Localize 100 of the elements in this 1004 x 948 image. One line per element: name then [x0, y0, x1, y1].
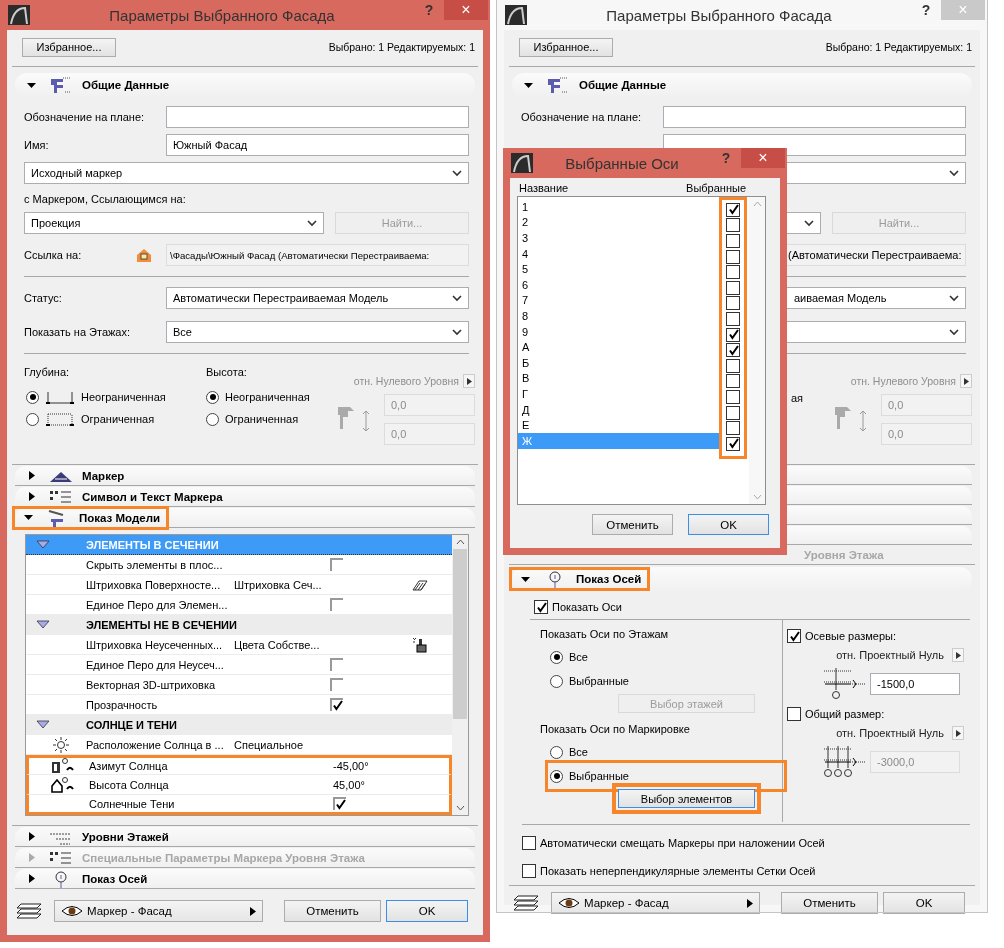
radio-button[interactable] — [26, 390, 39, 404]
radio-button[interactable] — [26, 412, 39, 426]
checkbox[interactable] — [726, 374, 740, 389]
limited-depth-icon — [45, 411, 75, 427]
checkbox[interactable] — [726, 358, 740, 373]
list-row[interactable]: 1 — [518, 199, 719, 215]
section-header[interactable]: Маркер — [15, 466, 475, 486]
scroll-down-icon[interactable] — [455, 805, 465, 811]
cancel-button[interactable]: Отменить — [284, 900, 381, 922]
collapse-arrow-icon[interactable] — [27, 80, 36, 90]
list-row[interactable]: Е — [518, 417, 719, 433]
tree-row[interactable]: Штриховка Поверхносте... Штриховка Сеч... — [26, 575, 452, 595]
section-header[interactable]: Уровни Этажей — [15, 827, 475, 847]
triangle-right-icon — [955, 729, 961, 737]
help-button[interactable]: ? — [414, 0, 444, 18]
radio-button[interactable] — [550, 674, 563, 688]
app-icon — [8, 5, 30, 25]
checkbox[interactable] — [726, 311, 740, 326]
tree-row[interactable]: Скрыть элементы в плос... — [26, 555, 452, 575]
section-title: Символ и Текст Маркера — [82, 490, 223, 503]
radio-button[interactable] — [550, 769, 563, 783]
radio-button[interactable] — [550, 745, 563, 759]
list-row[interactable]: Г — [518, 386, 719, 402]
checkbox[interactable] — [726, 280, 740, 295]
marker-dropdown[interactable]: Исходный маркер — [24, 162, 469, 184]
name-field[interactable]: Южный Фасад — [166, 134, 469, 156]
ok-button[interactable]: OK — [688, 514, 769, 535]
list-row[interactable]: 3 — [518, 230, 719, 246]
radio-button[interactable] — [206, 390, 219, 404]
section-header[interactable]: Показ Осей — [15, 869, 475, 889]
setting-label: Скрыть элементы в плос... — [86, 558, 224, 571]
tree-group-row[interactable]: ЭЛЕМЕНТЫ НЕ В СЕЧЕНИИ — [26, 615, 452, 635]
checkbox[interactable] — [330, 658, 343, 671]
axis-name: В — [522, 372, 530, 385]
checkbox[interactable] — [726, 389, 740, 404]
sun-altitude-icon — [51, 776, 77, 793]
checkbox[interactable] — [330, 698, 343, 711]
hatch-pattern-icon[interactable] — [412, 578, 428, 591]
checkbox[interactable] — [726, 218, 740, 233]
checkbox[interactable] — [333, 797, 346, 810]
collapse-arrow-icon[interactable] — [24, 513, 33, 522]
close-button[interactable]: × — [741, 148, 785, 168]
cancel-button[interactable]: Отменить — [592, 514, 673, 535]
expand-arrow-icon[interactable] — [27, 492, 36, 501]
tree-row[interactable]: Расположение Солнца в ... Специальное — [26, 735, 452, 755]
radio-button[interactable] — [550, 650, 563, 664]
close-button[interactable]: × — [444, 0, 488, 20]
checkbox[interactable] — [726, 343, 740, 358]
checkbox[interactable] — [726, 265, 740, 280]
checkbox[interactable] — [330, 598, 343, 611]
list-row[interactable]: 2 — [518, 214, 719, 231]
radio-button[interactable] — [206, 412, 219, 426]
view-dropdown[interactable]: Маркер - Фасад — [54, 900, 263, 922]
list-row[interactable]: Б — [518, 354, 719, 371]
checkbox[interactable] — [726, 327, 740, 342]
list-row[interactable]: Д — [518, 401, 719, 418]
tree-row[interactable]: Векторная 3D-штриховка — [26, 675, 452, 695]
expand-arrow-icon[interactable] — [27, 832, 36, 841]
sun-azimuth-icon — [51, 758, 77, 774]
checkbox[interactable] — [726, 296, 740, 311]
checkbox[interactable] — [330, 678, 343, 691]
help-button[interactable]: ? — [711, 148, 741, 166]
section-title: Показ Осей — [82, 872, 148, 885]
collapse-arrow-icon[interactable] — [521, 574, 530, 584]
list-row[interactable]: 8 — [518, 308, 719, 324]
plan-id-field[interactable] — [166, 106, 469, 128]
menu-arrow-button[interactable] — [463, 374, 475, 388]
unlimited-depth-icon — [45, 389, 75, 405]
tree-row[interactable]: Солнечные Тени — [26, 795, 452, 815]
section-header[interactable]: Символ и Текст Маркера — [15, 487, 475, 507]
expand-arrow-icon[interactable] — [27, 874, 36, 883]
checkbox[interactable] — [726, 421, 740, 436]
list-row[interactable]: А — [518, 339, 719, 355]
list-row[interactable]: В — [518, 370, 719, 387]
triangle-right-icon — [466, 377, 472, 385]
tree-row[interactable]: Единое Перо для Неусеч... — [26, 655, 452, 675]
checkbox[interactable] — [726, 249, 740, 264]
tree-group-row[interactable]: СОЛНЦЕ И ТЕНИ — [26, 715, 452, 735]
axis-name: Д — [522, 403, 530, 416]
paint-brush-icon[interactable] — [412, 636, 428, 653]
status-dropdown[interactable]: Автоматически Перестраиваемая Модель — [166, 287, 469, 309]
setting-value: Цвета Собстве... — [234, 638, 321, 651]
tree-row[interactable]: Штриховка Неусеченных... Цвета Собстве... — [26, 635, 452, 655]
floors-dropdown[interactable]: Все — [166, 321, 469, 343]
favorites-button[interactable]: Избранное... — [22, 37, 116, 57]
group-label: ЭЛЕМЕНТЫ В СЕЧЕНИИ — [86, 538, 220, 551]
checkbox[interactable] — [330, 558, 343, 571]
list-row[interactable]: 9 — [518, 323, 719, 340]
ok-button[interactable]: OK — [386, 900, 468, 922]
scroll-up-icon[interactable] — [455, 539, 465, 545]
reference-dropdown[interactable]: Проекция — [24, 212, 324, 234]
checkbox[interactable] — [726, 436, 740, 451]
checkbox[interactable] — [726, 234, 740, 248]
checkbox[interactable] — [726, 202, 740, 217]
tree-row[interactable]: Азимут Солнца -45,00° — [26, 755, 452, 775]
section-header[interactable]: Показ Модели — [15, 508, 475, 528]
scrollbar[interactable] — [452, 535, 468, 815]
checkbox[interactable] — [726, 405, 740, 420]
field-label: Обозначение на плане: — [521, 111, 643, 123]
expand-arrow-icon[interactable] — [27, 471, 36, 480]
